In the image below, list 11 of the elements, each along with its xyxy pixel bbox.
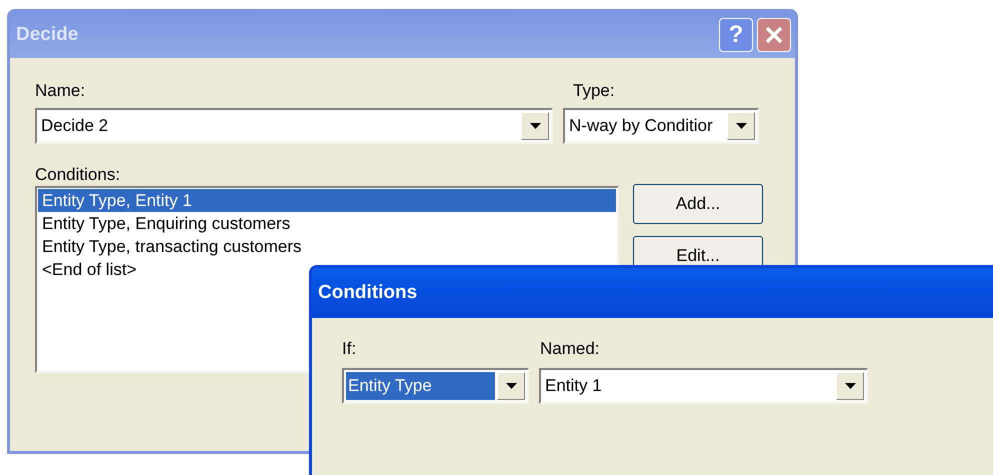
dropdown-value: Entity Type	[346, 372, 495, 400]
field-label: Conditions:	[35, 164, 122, 184]
dropdown-value: Decide 2	[40, 115, 110, 138]
dropdown-value: Entity 1	[544, 375, 603, 398]
window-title: Conditions	[318, 280, 418, 305]
dropdown-value: N-way by Conditior	[568, 115, 714, 138]
field-label: If:	[342, 338, 358, 358]
window-title: Decide	[16, 22, 78, 47]
field-label: Name:	[35, 80, 86, 100]
field-label: Type:	[573, 80, 615, 100]
field-label: Named:	[540, 338, 600, 358]
